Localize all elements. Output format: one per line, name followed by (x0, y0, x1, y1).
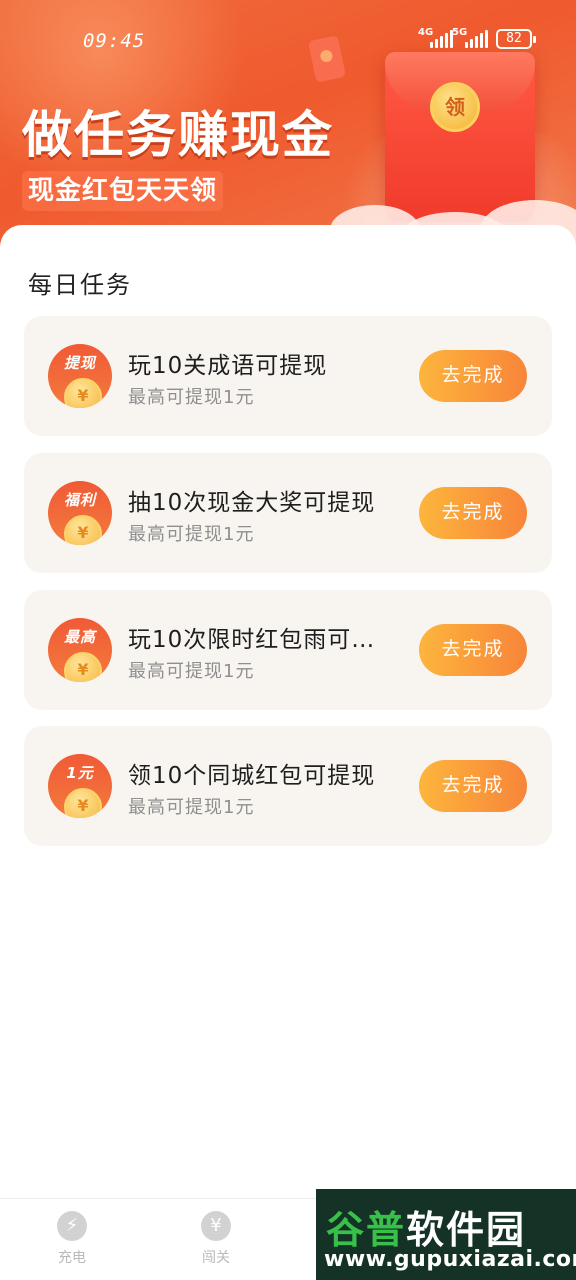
banner-subtitle: 现金红包天天领 (22, 171, 224, 211)
task-panel: 每日任务 提现 ¥ 玩10关成语可提现 最高可提现1元 去完成 福利 ¥ 抽10… (0, 225, 576, 1200)
task-title: 玩10次限时红包雨可… (128, 627, 376, 653)
task-card: 提现 ¥ 玩10关成语可提现 最高可提现1元 去完成 (24, 316, 552, 436)
badge-label: 1元 (66, 764, 94, 782)
money-bag-icon: ¥ (201, 1211, 231, 1241)
watermark-brand-b: 软件园 (406, 1208, 527, 1252)
badge-label: 提现 (63, 354, 96, 372)
go-complete-button[interactable]: 去完成 (419, 487, 527, 539)
task-badge-icon: 提现 ¥ (48, 344, 112, 408)
nav-label: 闯关 (202, 1250, 230, 1266)
task-title: 玩10关成语可提现 (128, 353, 328, 379)
badge-label: 福利 (63, 491, 96, 509)
go-complete-button[interactable]: 去完成 (419, 760, 527, 812)
signal-icon (465, 30, 488, 48)
task-badge-icon: 最高 ¥ (48, 618, 112, 682)
task-title: 抽10次现金大奖可提现 (128, 490, 376, 516)
envelope-coin: 领 (430, 82, 480, 132)
watermark-brand-a: 谷普 (326, 1208, 407, 1252)
watermark-url: www.gupuxiazai.com (324, 1247, 576, 1272)
badge-label: 最高 (63, 628, 96, 646)
task-badge-icon: 福利 ¥ (48, 481, 112, 545)
task-card: 最高 ¥ 玩10次限时红包雨可… 最高可提现1元 去完成 (24, 590, 552, 710)
coin-icon: ¥ (64, 652, 102, 682)
lightning-icon: ⚡ (57, 1211, 87, 1241)
section-title: 每日任务 (28, 271, 132, 299)
watermark-logo: 谷普软件园 www.gupuxiazai.com (316, 1189, 576, 1280)
status-time: 09:45 (83, 30, 146, 52)
signal-icon (430, 30, 453, 48)
nav-item-charge[interactable]: ⚡ 充电 (32, 1211, 112, 1267)
task-card: 1元 ¥ 领10个同城红包可提现 最高可提现1元 去完成 (24, 726, 552, 846)
task-card: 福利 ¥ 抽10次现金大奖可提现 最高可提现1元 去完成 (24, 453, 552, 573)
go-complete-button[interactable]: 去完成 (419, 350, 527, 402)
task-title: 领10个同城红包可提现 (128, 763, 376, 789)
status-bar: 09:45 4G 5G 82 (0, 0, 576, 80)
banner-title: 做任务赚现金 (22, 106, 334, 164)
watermark-brand: 谷普软件园 (326, 1199, 526, 1254)
task-subtitle: 最高可提现1元 (128, 797, 255, 818)
coin-icon: ¥ (64, 515, 102, 545)
task-subtitle: 最高可提现1元 (128, 661, 255, 682)
go-complete-button[interactable]: 去完成 (419, 624, 527, 676)
battery-icon: 82 (496, 29, 536, 49)
nav-item-levels[interactable]: ¥ 闯关 (176, 1211, 256, 1267)
coin-icon: ¥ (64, 378, 102, 408)
task-badge-icon: 1元 ¥ (48, 754, 112, 818)
coin-icon: ¥ (64, 788, 102, 818)
header-banner: 领 09:45 4G 5G 82 做任务赚现金 现金红包天天领 (0, 0, 576, 250)
task-subtitle: 最高可提现1元 (128, 524, 255, 545)
nav-label: 充电 (58, 1250, 86, 1266)
task-subtitle: 最高可提现1元 (128, 387, 255, 408)
